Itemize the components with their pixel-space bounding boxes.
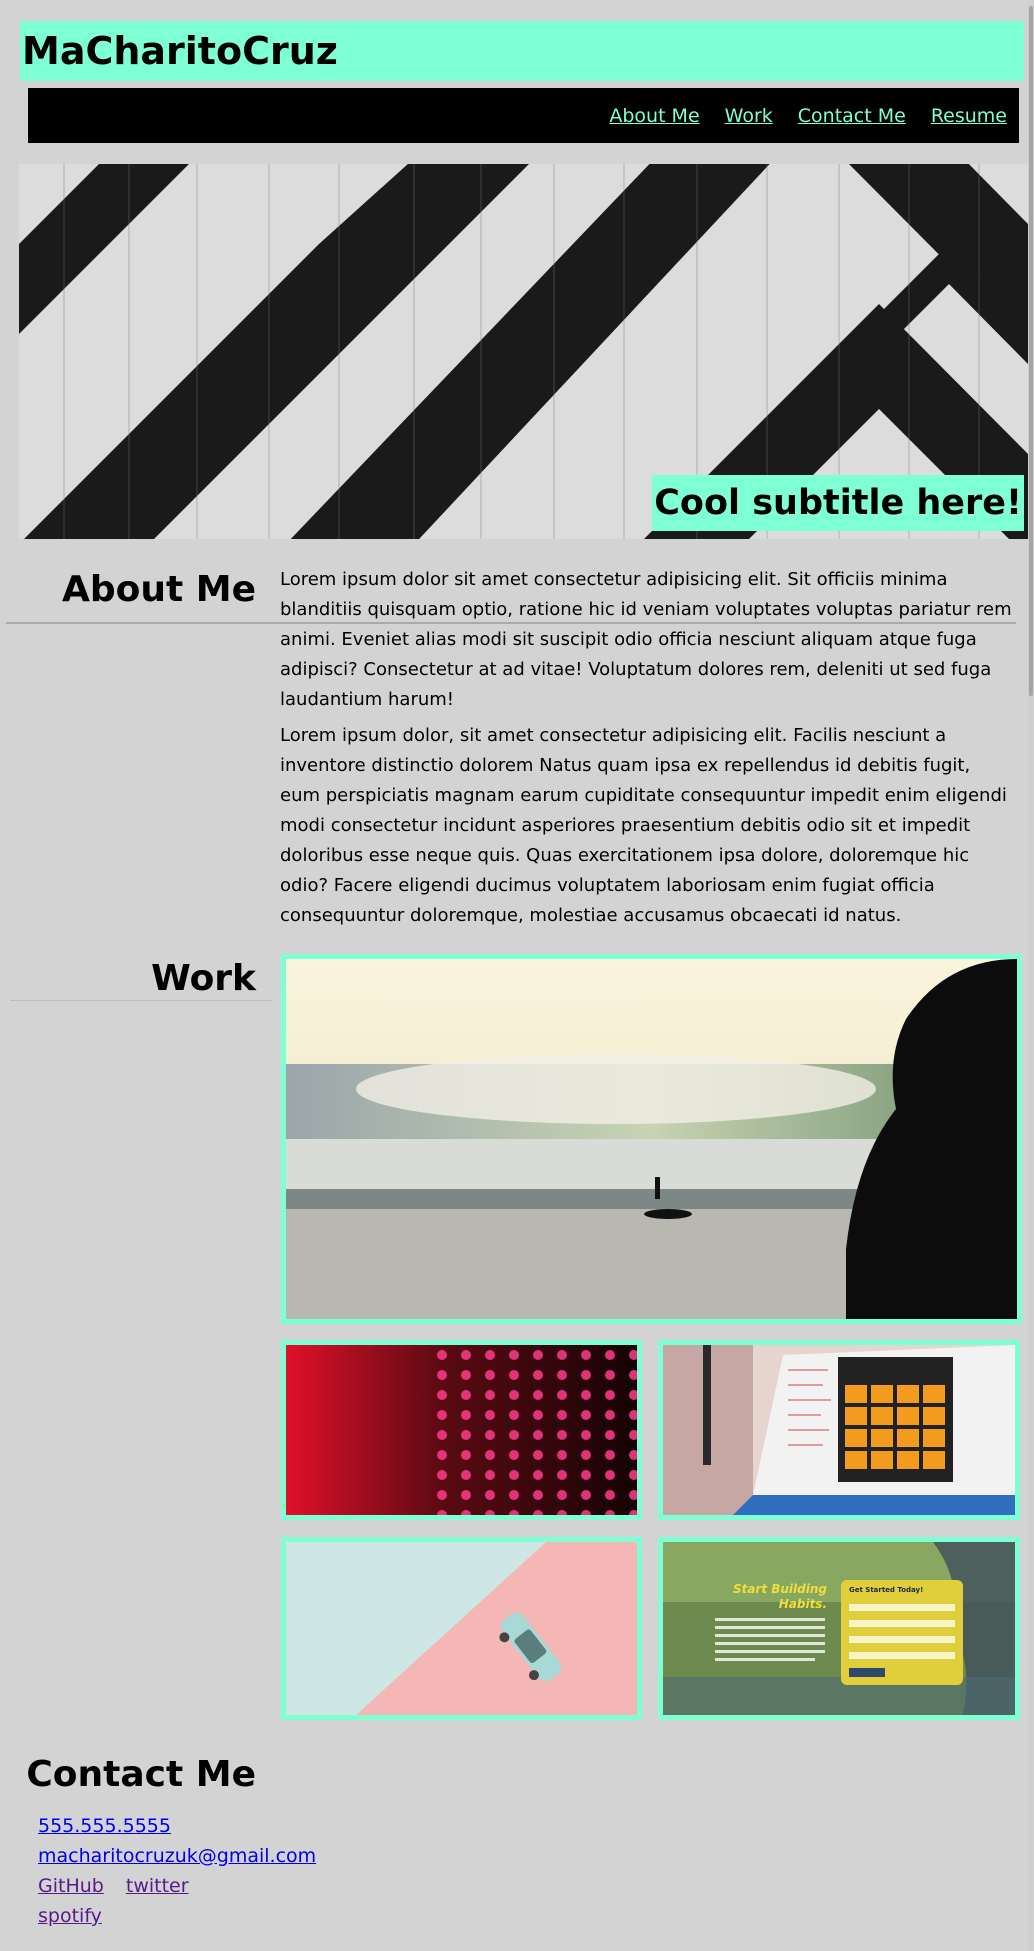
nav-link-resume[interactable]: Resume <box>931 105 1007 127</box>
spotify-link[interactable]: spotify <box>38 1905 102 1927</box>
nav-link-contact[interactable]: Contact Me <box>798 105 906 127</box>
work-heading: Work <box>151 958 256 999</box>
work-divider <box>10 1000 272 1001</box>
hero-banner: Cool subtitle here! <box>19 164 1028 539</box>
github-link[interactable]: GitHub <box>38 1875 104 1897</box>
work-thumbnail-toy-car[interactable] <box>281 1537 642 1720</box>
about-paragraph-2: Lorem ipsum dolor, sit amet consectetur … <box>280 725 1007 926</box>
work-thumbnail-surfer[interactable] <box>281 954 1022 1324</box>
toy-car-image <box>286 1542 637 1715</box>
scrollbar-thumb[interactable] <box>1029 6 1033 696</box>
site-brand: MaCharitoCruz <box>20 21 1024 81</box>
main-nav: About Me Work Contact Me Resume <box>28 88 1019 143</box>
habits-form-title: Get Started Today! <box>849 1586 924 1594</box>
nav-link-work[interactable]: Work <box>725 105 773 127</box>
habits-headline: Start Building Habits. <box>732 1582 827 1611</box>
work-thumbnail-habits-app[interactable]: Start Building Habits. Get Started Today… <box>658 1537 1020 1720</box>
nav-link-about[interactable]: About Me <box>609 105 699 127</box>
contact-list: 555.555.5555 macharitocruzuk@gmail.com G… <box>38 1811 316 1931</box>
about-body: Lorem ipsum dolor sit amet consectetur a… <box>280 565 1015 937</box>
surfer-image <box>286 959 1017 1319</box>
about-heading: About Me <box>62 569 256 610</box>
calculator-laptop-image <box>663 1345 1015 1515</box>
work-thumbnail-red-lights[interactable] <box>281 1340 642 1520</box>
work-thumbnail-calculator[interactable] <box>658 1340 1020 1520</box>
twitter-link[interactable]: twitter <box>126 1875 189 1897</box>
email-link[interactable]: macharitocruzuk@gmail.com <box>38 1845 316 1867</box>
about-paragraph-1: Lorem ipsum dolor sit amet consectetur a… <box>280 569 1012 710</box>
habits-app-image <box>663 1542 1015 1715</box>
phone-link[interactable]: 555.555.5555 <box>38 1815 171 1837</box>
red-lights-image <box>286 1345 637 1515</box>
hero-subtitle: Cool subtitle here! <box>652 475 1024 531</box>
contact-heading: Contact Me <box>26 1754 256 1795</box>
